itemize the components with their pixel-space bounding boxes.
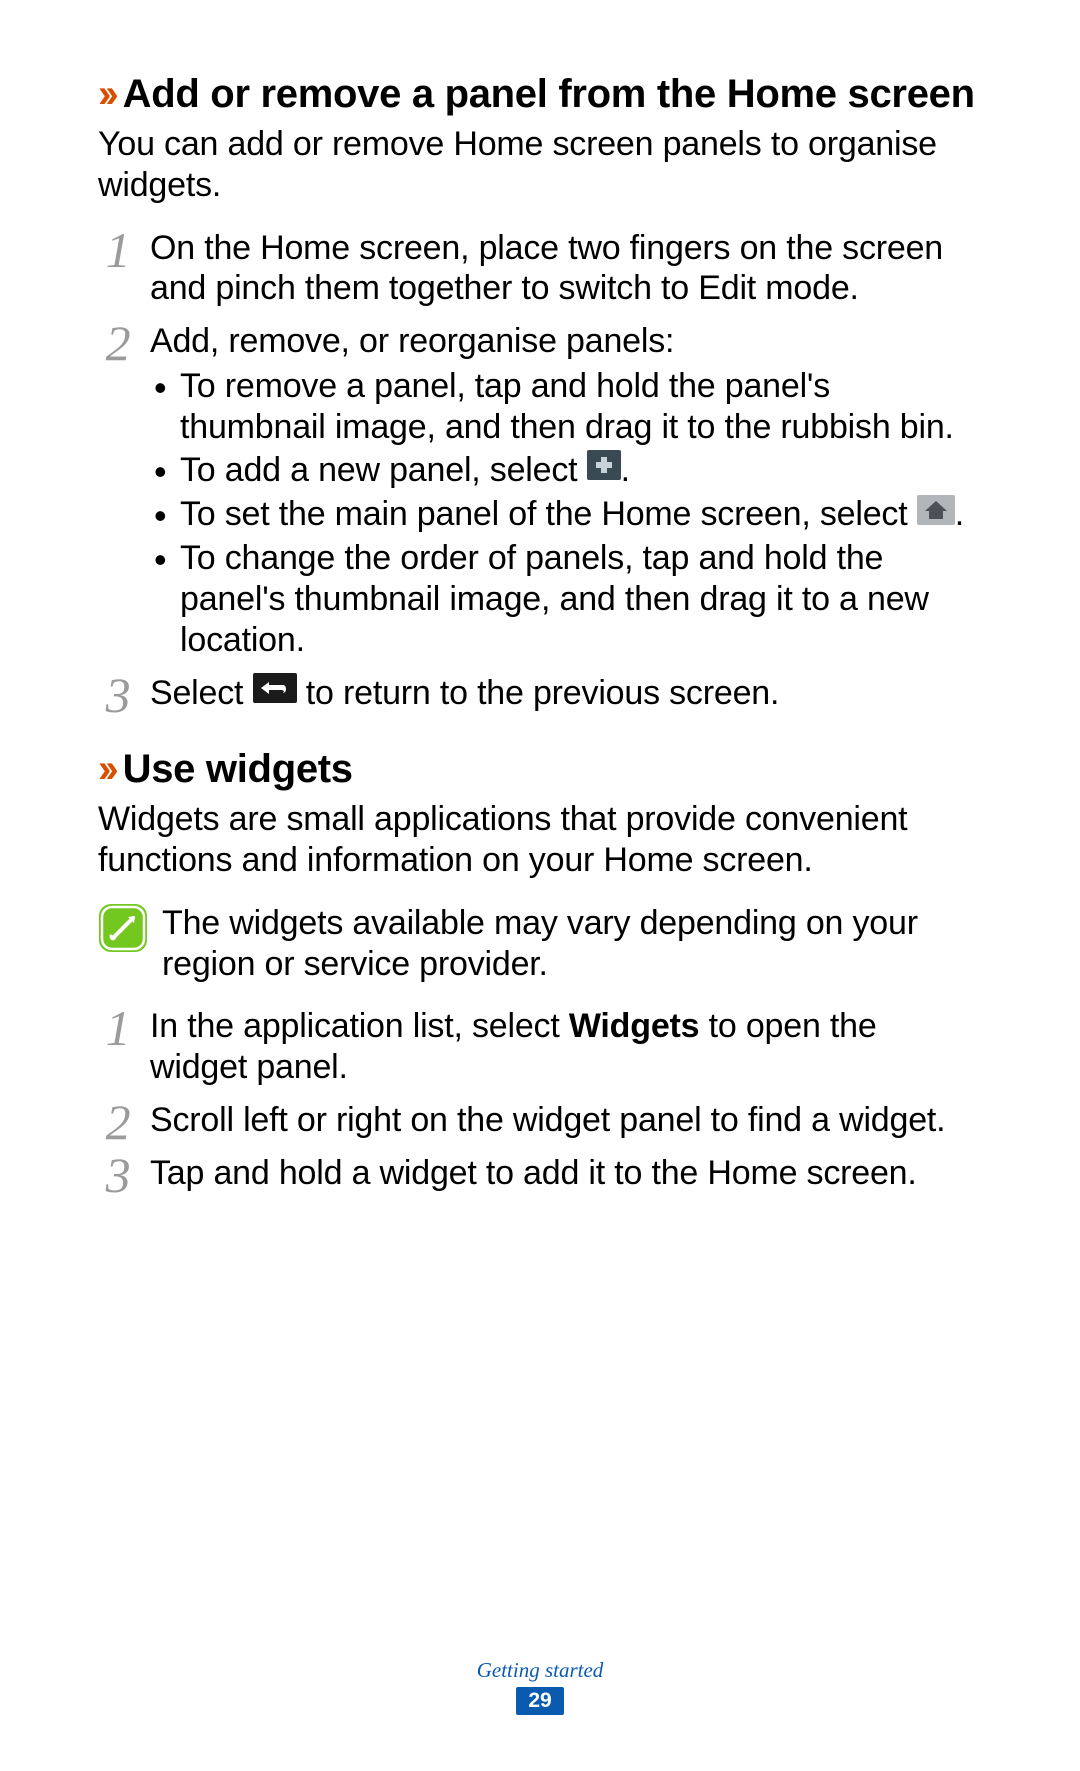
step-text: On the Home screen, place two fingers on… — [150, 229, 943, 308]
step-item: In the application list, select Widgets … — [98, 1006, 982, 1088]
heading-chevrons-icon: ›› — [98, 747, 113, 791]
manual-page: ››Add or remove a panel from the Home sc… — [0, 0, 1080, 1771]
bullet-item: To remove a panel, tap and hold the pane… — [150, 366, 982, 448]
steps-list: In the application list, select Widgets … — [98, 1006, 982, 1193]
step-item: Scroll left or right on the widget panel… — [98, 1100, 982, 1141]
step-item: On the Home screen, place two fingers on… — [98, 228, 982, 310]
step-text: Tap and hold a widget to add it to the H… — [150, 1154, 917, 1192]
page-footer: Getting started 29 — [0, 1658, 1080, 1715]
note-text: The widgets available may vary depending… — [162, 903, 982, 985]
heading-text: Use widgets — [123, 747, 353, 791]
footer-section-label: Getting started — [0, 1658, 1080, 1683]
section-use-widgets: ››Use widgets Widgets are small applicat… — [98, 745, 982, 1193]
step-text: Add, remove, or reorganise panels: — [150, 322, 674, 360]
step-text: Scroll left or right on the widget panel… — [150, 1101, 945, 1139]
step-text-pre: Select — [150, 674, 253, 712]
bullet-text: To remove a panel, tap and hold the pane… — [180, 367, 954, 446]
step-text-bold: Widgets — [569, 1007, 700, 1045]
section-heading: ››Use widgets — [98, 745, 982, 793]
bullet-list: To remove a panel, tap and hold the pane… — [150, 366, 982, 661]
back-icon — [253, 672, 297, 713]
note-block: The widgets available may vary depending… — [98, 903, 982, 985]
bullet-item: To add a new panel, select . — [150, 450, 982, 492]
section-heading: ››Add or remove a panel from the Home sc… — [98, 70, 982, 118]
bullet-item: To set the main panel of the Home screen… — [150, 494, 982, 536]
step-item: Add, remove, or reorganise panels: To re… — [98, 321, 982, 661]
bullet-text: To change the order of panels, tap and h… — [180, 539, 929, 659]
bullet-text-pre: To add a new panel, select — [180, 451, 587, 489]
heading-chevrons-icon: ›› — [98, 72, 113, 116]
heading-text: Add or remove a panel from the Home scre… — [123, 72, 975, 116]
step-text-post: to return to the previous screen. — [306, 674, 779, 712]
bullet-text-post: . — [621, 451, 630, 489]
step-text-pre: In the application list, select — [150, 1007, 569, 1045]
section-intro: You can add or remove Home screen panels… — [98, 124, 982, 206]
plus-icon — [587, 449, 621, 490]
step-item: Select to return to the previous screen. — [98, 673, 982, 715]
steps-list: On the Home screen, place two fingers on… — [98, 228, 982, 716]
step-item: Tap and hold a widget to add it to the H… — [98, 1153, 982, 1194]
footer-page-number: 29 — [516, 1687, 563, 1715]
home-icon — [917, 494, 955, 535]
note-icon — [98, 903, 148, 985]
section-intro: Widgets are small applications that prov… — [98, 799, 982, 881]
section-add-remove-panel: ››Add or remove a panel from the Home sc… — [98, 70, 982, 715]
bullet-text-pre: To set the main panel of the Home screen… — [180, 495, 917, 533]
bullet-item: To change the order of panels, tap and h… — [150, 538, 982, 660]
bullet-text-post: . — [955, 495, 964, 533]
